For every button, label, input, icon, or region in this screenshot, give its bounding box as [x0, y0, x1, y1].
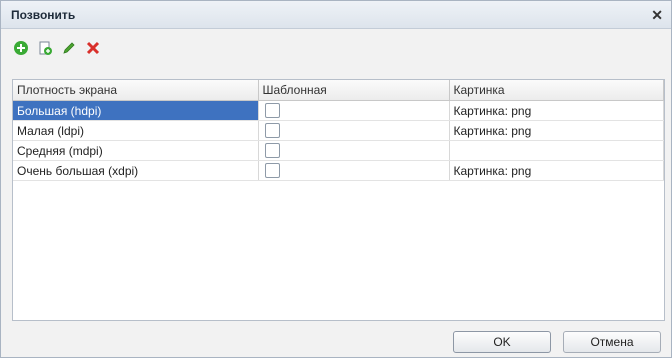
cancel-button[interactable]: Отмена: [563, 331, 661, 353]
template-checkbox[interactable]: [264, 103, 280, 119]
column-header-density[interactable]: Плотность экрана: [13, 80, 259, 101]
table-row[interactable]: Очень большая (xdpi) Картинка: png: [13, 160, 664, 181]
column-header-template[interactable]: Шаблонная: [258, 80, 450, 101]
dialog-buttons: OK Отмена: [453, 331, 661, 353]
template-cell[interactable]: [258, 120, 450, 141]
picture-cell[interactable]: Картинка: png: [449, 100, 664, 121]
table-row[interactable]: Малая (ldpi) Картинка: png: [13, 120, 664, 141]
template-checkbox[interactable]: [264, 163, 280, 179]
density-cell[interactable]: Большая (hdpi): [13, 100, 259, 121]
picture-cell[interactable]: [449, 140, 664, 161]
table-row[interactable]: Большая (hdpi) Картинка: png: [13, 100, 664, 121]
window-title: Позвонить: [11, 7, 76, 22]
density-cell[interactable]: Малая (ldpi): [13, 120, 259, 141]
delete-x-icon: [86, 41, 100, 55]
template-checkbox[interactable]: [264, 123, 280, 139]
table-header: Плотность экрана Шаблонная Картинка: [13, 80, 664, 101]
picture-cell[interactable]: Картинка: png: [449, 120, 664, 141]
dialog-window: Позвонить ✕ Плотность экрана Шаблонная К…: [0, 0, 672, 358]
density-table: Плотность экрана Шаблонная Картинка Боль…: [12, 79, 665, 321]
template-checkbox[interactable]: [264, 143, 280, 159]
table-row[interactable]: Средняя (mdpi): [13, 140, 664, 161]
toolbar: [1, 35, 671, 61]
add-button[interactable]: [11, 38, 31, 58]
delete-button[interactable]: [83, 38, 103, 58]
column-header-picture[interactable]: Картинка: [449, 80, 664, 101]
density-cell[interactable]: Очень большая (xdpi): [13, 160, 259, 181]
copy-doc-icon: [39, 41, 52, 55]
picture-cell[interactable]: Картинка: png: [449, 160, 664, 181]
template-cell[interactable]: [258, 100, 450, 121]
template-cell[interactable]: [258, 160, 450, 181]
add-circle-icon: [14, 41, 28, 55]
template-cell[interactable]: [258, 140, 450, 161]
density-cell[interactable]: Средняя (mdpi): [13, 140, 259, 161]
copy-button[interactable]: [35, 38, 55, 58]
titlebar: Позвонить ✕: [1, 1, 671, 29]
pencil-icon: [63, 42, 75, 54]
edit-button[interactable]: [59, 38, 79, 58]
ok-button[interactable]: OK: [453, 331, 551, 353]
close-icon[interactable]: ✕: [651, 8, 663, 22]
